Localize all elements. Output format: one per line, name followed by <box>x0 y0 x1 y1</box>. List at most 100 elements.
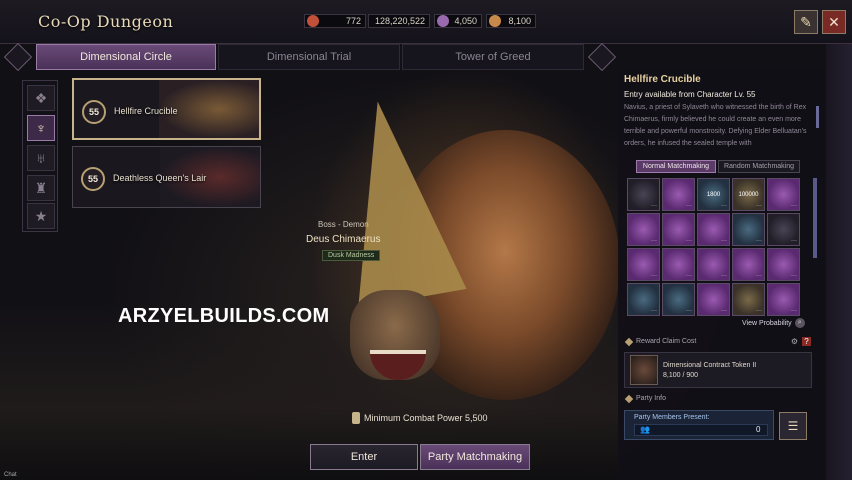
category-horned[interactable]: ♅ <box>27 145 55 171</box>
diamond-grid-icon: ❖ <box>34 89 48 106</box>
party-members-count: 0 <box>756 425 761 434</box>
dungeon-name: Deathless Queen's Lair <box>113 173 207 183</box>
dungeon-name: Hellfire Crucible <box>114 106 178 116</box>
reward-item[interactable]: ··· <box>627 178 660 211</box>
reward-item[interactable]: ··· <box>662 213 695 246</box>
more-dots-icon: ··· <box>686 238 692 244</box>
category-all[interactable]: ❖ <box>27 85 55 111</box>
currency-value: 8,100 <box>508 16 531 26</box>
view-probability[interactable]: View Probability ⌕ <box>742 318 805 328</box>
close-button[interactable]: ✕ <box>822 10 846 34</box>
category-demon[interactable]: ♆ <box>27 115 55 141</box>
magnifier-icon: ⌕ <box>794 318 805 328</box>
currency-gold: 8,100 <box>486 14 536 28</box>
crystal-icon <box>437 15 449 27</box>
claim-cost-icons: ⚙ ? <box>790 337 811 346</box>
window-title: Co-Op Dungeon <box>38 12 174 31</box>
dungeon-card-queen[interactable]: 55 Deathless Queen's Lair <box>72 146 261 208</box>
more-dots-icon: ··· <box>686 203 692 209</box>
tab-normal-matchmaking[interactable]: Normal Matchmaking <box>636 160 716 173</box>
fleur-icon <box>624 394 634 403</box>
more-dots-icon: ··· <box>756 273 762 279</box>
tab-dimensional-trial[interactable]: Dimensional Trial <box>218 44 400 70</box>
boss-type: Boss - Demon <box>318 220 369 229</box>
members-icon: 👥 <box>640 425 650 434</box>
reward-item[interactable]: 1800 ··· <box>697 178 730 211</box>
ticket-icon <box>307 15 319 27</box>
reward-item[interactable]: ··· <box>732 248 765 281</box>
party-members-bar <box>634 424 768 436</box>
list-icon: ☰ <box>787 419 799 433</box>
boss-tag: Dusk Madness <box>322 250 381 261</box>
chat-label[interactable]: Chat <box>4 472 17 478</box>
tab-dimensional-circle[interactable]: Dimensional Circle <box>36 44 216 70</box>
close-icon: ✕ <box>828 13 840 30</box>
boss-name: Deus Chimaerus <box>306 234 381 245</box>
min-combat-power: Minimum Combat Power 5,500 <box>352 412 488 424</box>
reward-grid: ··· ··· 1800 ··· 100000 ··· ··· ··· ··· ··· ··· ···… <box>627 178 811 316</box>
reward-item[interactable]: ··· <box>662 178 695 211</box>
party-members-label: Party Members Present: <box>634 414 710 421</box>
reward-item[interactable]: ··· <box>662 283 695 316</box>
reward-item-label: 1800 <box>706 191 721 198</box>
reward-item[interactable]: ··· <box>697 248 730 281</box>
reward-item[interactable]: ··· <box>732 213 765 246</box>
reward-item[interactable]: ··· <box>697 213 730 246</box>
reward-item[interactable]: ··· <box>627 283 660 316</box>
category-knight[interactable]: ♜ <box>27 175 55 201</box>
reward-item[interactable]: ··· <box>767 248 800 281</box>
more-dots-icon: ··· <box>791 238 797 244</box>
reward-item[interactable]: ··· <box>732 283 765 316</box>
reward-item[interactable]: ··· <box>767 283 800 316</box>
right-edge <box>826 44 852 480</box>
reward-scrollbar[interactable] <box>813 178 817 258</box>
more-dots-icon: ··· <box>756 238 762 244</box>
tab-tower-of-greed[interactable]: Tower of Greed <box>402 44 584 70</box>
reward-item[interactable]: ··· <box>662 248 695 281</box>
boss-helm <box>323 91 467 309</box>
party-info-label: Party Info <box>636 395 666 402</box>
currency-crystal: 4,050 <box>434 14 482 28</box>
category-favorite[interactable]: ★ <box>27 203 55 229</box>
more-dots-icon: ··· <box>756 203 762 209</box>
token-name: Dimensional Contract Token II <box>663 362 757 369</box>
more-dots-icon: ··· <box>651 273 657 279</box>
reward-item[interactable]: ··· <box>767 178 800 211</box>
reward-item-label: 100000 <box>738 191 759 198</box>
view-probability-label: View Probability <box>742 319 792 327</box>
detail-entry: Entry available from Character Lv. 55 <box>624 90 756 99</box>
more-dots-icon: ··· <box>686 308 692 314</box>
knight-helm-icon: ♜ <box>34 179 48 196</box>
description-scrollbar[interactable] <box>816 106 819 128</box>
more-dots-icon: ··· <box>791 308 797 314</box>
more-dots-icon: ··· <box>721 203 727 209</box>
book-icon: ✎ <box>800 13 812 30</box>
party-matchmaking-button[interactable]: Party Matchmaking <box>420 444 530 470</box>
currency-ticket: 772 <box>304 14 366 28</box>
help-icon[interactable]: ? <box>802 337 811 346</box>
more-dots-icon: ··· <box>651 203 657 209</box>
token-count: 8,100 / 900 <box>663 372 699 379</box>
reward-item[interactable]: ··· <box>767 213 800 246</box>
enter-button[interactable]: Enter <box>310 444 418 470</box>
star-icon: ★ <box>34 207 48 224</box>
reward-item[interactable]: 100000 ··· <box>732 178 765 211</box>
category-sidebar: ❖ ♆ ♅ ♜ ★ <box>22 80 58 232</box>
currency-value: 772 <box>345 16 361 26</box>
reward-item[interactable]: ··· <box>627 248 660 281</box>
min-combat-power-text: Minimum Combat Power 5,500 <box>364 413 488 423</box>
reward-item[interactable]: ··· <box>627 213 660 246</box>
party-list-button[interactable]: ☰ <box>779 412 807 440</box>
level-badge: 55 <box>82 100 106 124</box>
detail-title: Hellfire Crucible <box>624 74 701 85</box>
gear-icon[interactable]: ⚙ <box>790 337 799 346</box>
more-dots-icon: ··· <box>721 308 727 314</box>
gold-pouch-icon <box>489 15 501 27</box>
help-button[interactable]: ✎ <box>794 10 818 34</box>
level-badge: 55 <box>81 167 105 191</box>
contract-token-icon <box>630 355 658 385</box>
reward-claim-cost-label: Reward Claim Cost <box>636 338 697 345</box>
reward-item[interactable]: ··· <box>697 283 730 316</box>
dungeon-card-hellfire[interactable]: 55 Hellfire Crucible <box>72 78 261 140</box>
tab-random-matchmaking[interactable]: Random Matchmaking <box>718 160 800 173</box>
